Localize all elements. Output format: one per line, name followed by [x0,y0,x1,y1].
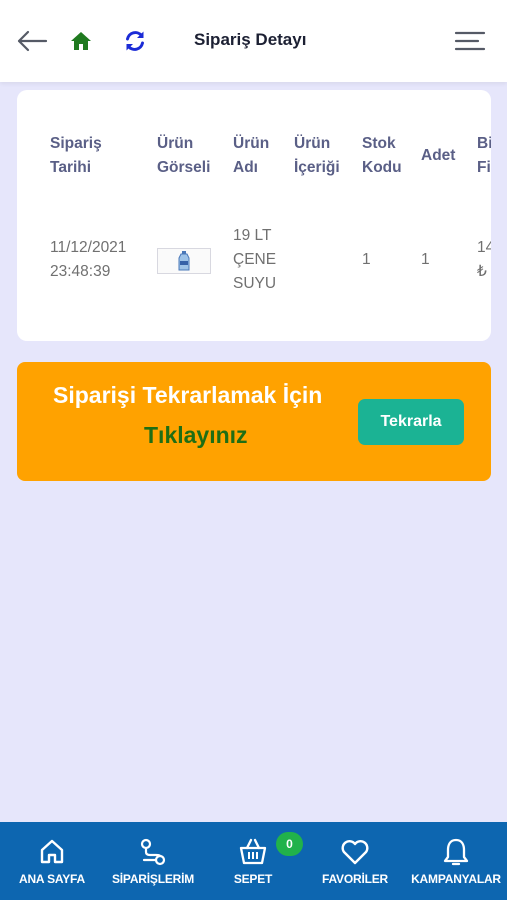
hamburger-menu-icon[interactable] [452,28,488,54]
product-thumbnail[interactable] [157,248,211,274]
nav-label-campaigns: KAMPANYALAR [411,872,501,886]
nav-label-orders: SİPARİŞLERİM [111,872,195,886]
header-product-content: Ürün İçeriği [294,135,340,176]
arrow-left-icon[interactable] [14,26,50,56]
nav-item-orders[interactable]: SİPARİŞLERİM [107,822,199,900]
water-bottle-icon [178,251,190,271]
cell-order-date: 11/12/2021 23:48:39 [50,239,127,280]
nav-label-cart: SEPET [233,872,273,886]
header-bar: Sipariş Detayı [0,0,507,82]
nav-item-home[interactable]: ANA SAYFA [16,822,88,900]
cell-unit-price: 14 ₺ [477,239,491,280]
banner-text-line2: Tıklayınız [144,422,248,448]
nav-item-campaigns[interactable]: KAMPANYALAR [405,822,507,900]
cell-product-name: 19 LT ÇENE SUYU [233,227,277,292]
banner-text-line1: Siparişi Tekrarlamak İçin [53,382,323,408]
header-stock-code: Stok Kodu [362,135,402,176]
nav-item-favorites[interactable]: FAVORİLER [318,822,392,900]
header-order-date: Sipariş Tarihi [50,135,102,176]
home-icon[interactable] [68,29,94,53]
heart-icon [339,836,371,868]
bottom-navigation: ANA SAYFA SİPARİŞLERİM SEPET FAVORİLER K… [0,822,507,900]
cell-stock-code: 1 [362,251,371,268]
nav-item-cart[interactable]: SEPET [225,822,281,900]
nav-label-favorites: FAVORİLER [322,872,388,886]
header-unit-price: Bi Fi [477,135,491,176]
repeat-order-button[interactable]: Tekrarla [358,399,464,445]
bell-icon [440,836,472,868]
header-product-image: Ürün Görseli [157,135,211,176]
page-title: Sipariş Detayı [194,30,307,49]
header-quantity: Adet [421,147,456,164]
refresh-icon[interactable] [122,28,148,54]
repeat-order-banner: Siparişi Tekrarlamak İçin Tıklayınız Tek… [17,362,491,481]
basket-icon [237,836,269,868]
route-icon [137,836,169,868]
nav-label-home: ANA SAYFA [19,872,85,886]
order-detail-card: Sipariş Tarihi 11/12/2021 23:48:39 Ürün … [17,90,491,341]
header-product-name: Ürün Adı [233,135,270,176]
cart-count-badge: 0 [276,832,303,856]
home-outline-icon [36,836,68,868]
cell-quantity: 1 [421,251,430,268]
